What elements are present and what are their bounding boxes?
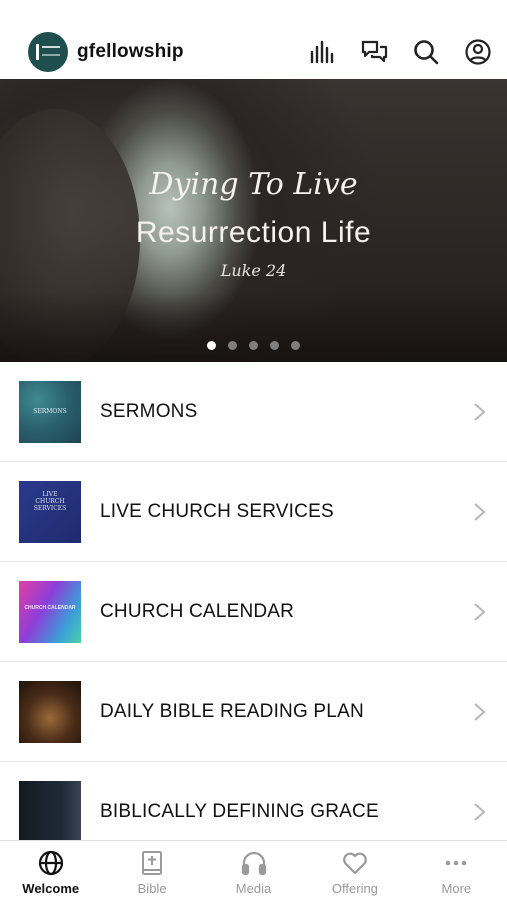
list-item-label: CHURCH CALENDAR xyxy=(100,600,295,622)
live-services-thumbnail: LIVE CHURCH SERVICES xyxy=(19,480,81,543)
carousel-dot[interactable] xyxy=(249,341,258,350)
tab-label: More xyxy=(441,881,472,896)
tab-bar: Welcome Bible Media Offering More xyxy=(0,840,507,900)
hero-series-title: Dying To Live xyxy=(149,167,358,202)
tab-label: Bible xyxy=(137,881,167,896)
profile-icon[interactable] xyxy=(463,37,493,67)
tab-offering[interactable]: Offering xyxy=(304,841,405,900)
tab-label: Welcome xyxy=(22,881,80,896)
carousel-dot[interactable] xyxy=(207,341,216,350)
calendar-thumbnail: CHURCH CALENDAR xyxy=(19,580,81,643)
carousel-dot[interactable] xyxy=(291,341,300,350)
heart-icon xyxy=(343,852,367,875)
carousel-dot[interactable] xyxy=(270,341,279,350)
list-item-label: DAILY BIBLE READING PLAN xyxy=(100,700,364,722)
chevron-right-icon xyxy=(469,802,489,822)
church-logo[interactable] xyxy=(28,31,68,72)
grace-thumbnail xyxy=(19,780,81,843)
sermons-thumbnail: SERMONS xyxy=(19,380,81,443)
bible-reading-thumbnail xyxy=(19,680,81,743)
list-item-label: LIVE CHURCH SERVICES xyxy=(100,500,334,522)
list-item-church-calendar[interactable]: CHURCH CALENDAR CHURCH CALENDAR xyxy=(0,562,507,662)
more-icon xyxy=(446,860,467,866)
hero-banner[interactable]: Dying To Live Resurrection Life Luke 24 xyxy=(0,79,507,362)
list-item-label: SERMONS xyxy=(100,400,198,422)
stats-icon[interactable] xyxy=(307,37,337,67)
chevron-right-icon xyxy=(469,402,489,422)
tab-label: Offering xyxy=(331,881,378,896)
tab-welcome[interactable]: Welcome xyxy=(0,841,101,900)
tab-label: Media xyxy=(235,881,272,896)
list-item-live-church-services[interactable]: LIVE CHURCH SERVICES LIVE CHURCH SERVICE… xyxy=(0,462,507,562)
search-icon[interactable] xyxy=(411,37,441,67)
bible-icon xyxy=(142,851,163,875)
hero-scripture: Luke 24 xyxy=(220,261,287,280)
carousel-dot[interactable] xyxy=(228,341,237,350)
chat-icon[interactable] xyxy=(359,37,389,67)
status-bar xyxy=(0,0,507,24)
chevron-right-icon xyxy=(469,502,489,522)
headphones-icon xyxy=(241,851,266,876)
tab-more[interactable]: More xyxy=(406,841,507,900)
list-item-sermons[interactable]: SERMONS SERMONS xyxy=(0,362,507,462)
chevron-right-icon xyxy=(469,602,489,622)
menu-list: SERMONS SERMONS LIVE CHURCH SERVICES LIV… xyxy=(0,362,507,862)
tab-bible[interactable]: Bible xyxy=(101,841,202,900)
list-item-daily-bible-reading-plan[interactable]: DAILY BIBLE READING PLAN xyxy=(0,662,507,762)
chevron-right-icon xyxy=(469,702,489,722)
globe-icon xyxy=(38,850,63,876)
list-item-label: BIBLICALLY DEFINING GRACE xyxy=(100,800,379,822)
app-name: gfellowship xyxy=(77,40,184,62)
app-header: gfellowship xyxy=(0,24,507,79)
hero-title: Resurrection Life xyxy=(135,216,372,249)
tab-media[interactable]: Media xyxy=(203,841,304,900)
carousel-dots xyxy=(0,341,507,350)
